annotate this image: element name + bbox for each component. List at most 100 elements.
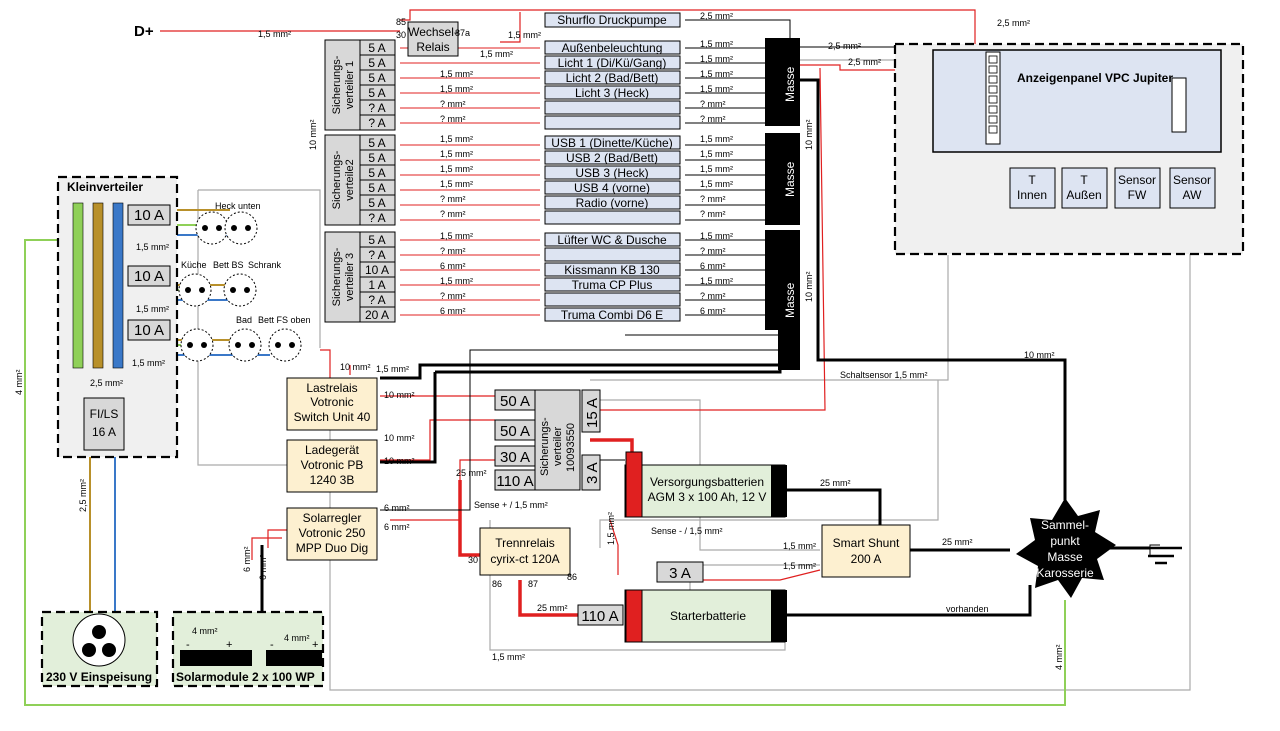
schaltsensor-label: Schaltsensor 1,5 mm² (840, 370, 928, 380)
breaker-3-label: 10 A (134, 322, 164, 339)
sensor-label: Außen (1066, 188, 1101, 202)
sensor-label: T (1080, 173, 1088, 187)
panel-connector-left (985, 51, 1001, 145)
kv-feed-wire: 2,5 mm² (78, 479, 88, 512)
wechsel-relais-line1: Wechsel- (408, 25, 458, 39)
fuse-feed-wire: 10 mm² (308, 119, 318, 150)
shunt-wire-c: 25 mm² (942, 537, 973, 547)
fuse-wire-in: 1,5 mm² (440, 84, 473, 94)
fuse-wire-in: 1,5 mm² (440, 69, 473, 79)
battery-terminal-icon (771, 465, 787, 517)
sensor-label: Sensor (1118, 173, 1156, 187)
fuse-wire-in: ? mm² (440, 209, 466, 219)
ladegeraet-line2: Votronic PB (301, 458, 364, 472)
fuse-rating: 5 A (368, 136, 385, 150)
load-label: USB 1 (Dinette/Küche) (551, 136, 672, 150)
fuse-box-3-label: verteiler 3 (344, 253, 356, 301)
sammelpunkt-line2: punkt (1050, 534, 1080, 548)
fi-ls-breaker (83, 397, 125, 451)
fuse-rating: ? A (368, 248, 385, 262)
load-wire-out: 1,5 mm² (700, 134, 733, 144)
battery-terminal-icon (625, 451, 643, 518)
load-box (544, 100, 681, 115)
outlet-label-bad: Bad (236, 315, 252, 325)
fuse-box-3-label: Sicherungs- (331, 247, 343, 306)
fuse-wire-in: ? mm² (440, 114, 466, 124)
main-fuse-label1: Sicherungs- (539, 417, 551, 476)
fuse-rating: 5 A (368, 86, 385, 100)
ladegeraet-line1: Ladegerät (305, 443, 360, 457)
outlet-label-bettbs: Bett BS (213, 260, 244, 270)
load-wire-out: 1,5 mm² (700, 231, 733, 241)
load-label: Truma CP Plus (572, 278, 653, 292)
fuse-box-2-label: verteile2 (344, 159, 356, 201)
relay-pin-30: 30 (396, 30, 406, 40)
smart-shunt (821, 524, 911, 578)
solar-minus-2: - (270, 639, 274, 651)
fuse-wire-in: 1,5 mm² (440, 134, 473, 144)
fuse-rating: 5 A (368, 71, 385, 85)
load-wire-out: ? mm² (700, 114, 726, 124)
masse-2-label: Masse (783, 161, 797, 197)
starter-fuse-b-label: 110 A (581, 608, 618, 625)
masse-wire-right: 10 mm² (804, 119, 814, 150)
fuse-wire-in: 6 mm² (440, 306, 466, 316)
sensor-label: Sensor (1173, 173, 1211, 187)
load-wire-out: ? mm² (700, 99, 726, 109)
relay-pin-85: 85 (396, 17, 406, 27)
sensor-label: FW (1128, 188, 1147, 202)
masse-wire-right2: 10 mm² (804, 271, 814, 302)
load-box (544, 115, 681, 130)
solar-plus-1: + (226, 639, 232, 651)
starter-fuse-a-label: 3 A (669, 565, 691, 582)
load-wire-out: 1,5 mm² (700, 164, 733, 174)
outlet-icon (72, 613, 126, 667)
pump-label: Shurflo Druckpumpe (557, 13, 667, 27)
kv-wire-3: 1,5 mm² (132, 358, 165, 368)
sammelpunkt-wire-top: 10 mm² (1024, 350, 1055, 360)
ladegeraet-wire-b: 10 mm² (384, 456, 415, 466)
outlet-label-schrank: Schrank (248, 260, 282, 270)
solarregler-line3: MPP Duo Dig (296, 541, 368, 555)
sense-wire: 1,5 mm² (606, 512, 616, 545)
fuse-wire-in: ? mm² (440, 194, 466, 204)
solarregler-line2: Votronic 250 (299, 526, 366, 540)
fuse-rating: 5 A (368, 166, 385, 180)
ground-icon (1140, 546, 1182, 565)
shunt-line2: 200 A (851, 552, 882, 566)
load-wire-out: 6 mm² (700, 306, 726, 316)
load-box (544, 247, 681, 262)
panel-title: Anzeigenpanel VPC Jupiter (1017, 71, 1173, 85)
solarregler-wire-d: 6 mm² (258, 555, 268, 581)
load-wire-out: 1,5 mm² (700, 276, 733, 286)
shunt-wire-b: 1,5 mm² (783, 561, 816, 571)
masse-wire-top2: 2,5 mm² (848, 57, 881, 67)
main-fuse-3: 30 A (500, 449, 530, 466)
solarregler-wire-a: 6 mm² (384, 503, 410, 513)
sammelpunkt-line1: Sammel- (1041, 518, 1089, 532)
trennrelais-pin87: 87 (528, 579, 538, 589)
load-label: Kissmann KB 130 (564, 263, 660, 277)
load-wire-out: 1,5 mm² (700, 54, 733, 64)
fuse-rating: 1 A (368, 278, 385, 292)
ladegeraet-line3: 1240 3B (310, 473, 355, 487)
fuse-wire-in: ? mm² (440, 99, 466, 109)
trennrelais-line1: Trennrelais (495, 536, 555, 550)
panel-connector-right (1171, 77, 1187, 133)
breaker-2-label: 10 A (134, 268, 164, 285)
fuse-rating: 5 A (368, 181, 385, 195)
main-fuse-4: 110 A (496, 473, 533, 490)
load-label: Licht 1 (Di/Kü/Gang) (558, 56, 667, 70)
pump-wire: 2,5 mm² (700, 11, 733, 21)
load-wire-out: 1,5 mm² (700, 39, 733, 49)
load-box (544, 292, 681, 307)
lastrelais-line2: Votronic (310, 395, 353, 409)
main-fuse-label3: 10093550 (565, 423, 577, 472)
fuse-rating: ? A (368, 293, 385, 307)
fuse-box-1-label: Sicherungs- (331, 55, 343, 114)
l-bus (92, 202, 104, 369)
wiring-diagram: Kleinverteiler 10 A 10 A 10 A 1,5 mm² 1,… (14, 9, 1245, 706)
solar-panel-icon (180, 650, 322, 666)
fuse-wire-in: ? mm² (440, 246, 466, 256)
versorgung-line1: Versorgungsbatterien (650, 475, 764, 489)
